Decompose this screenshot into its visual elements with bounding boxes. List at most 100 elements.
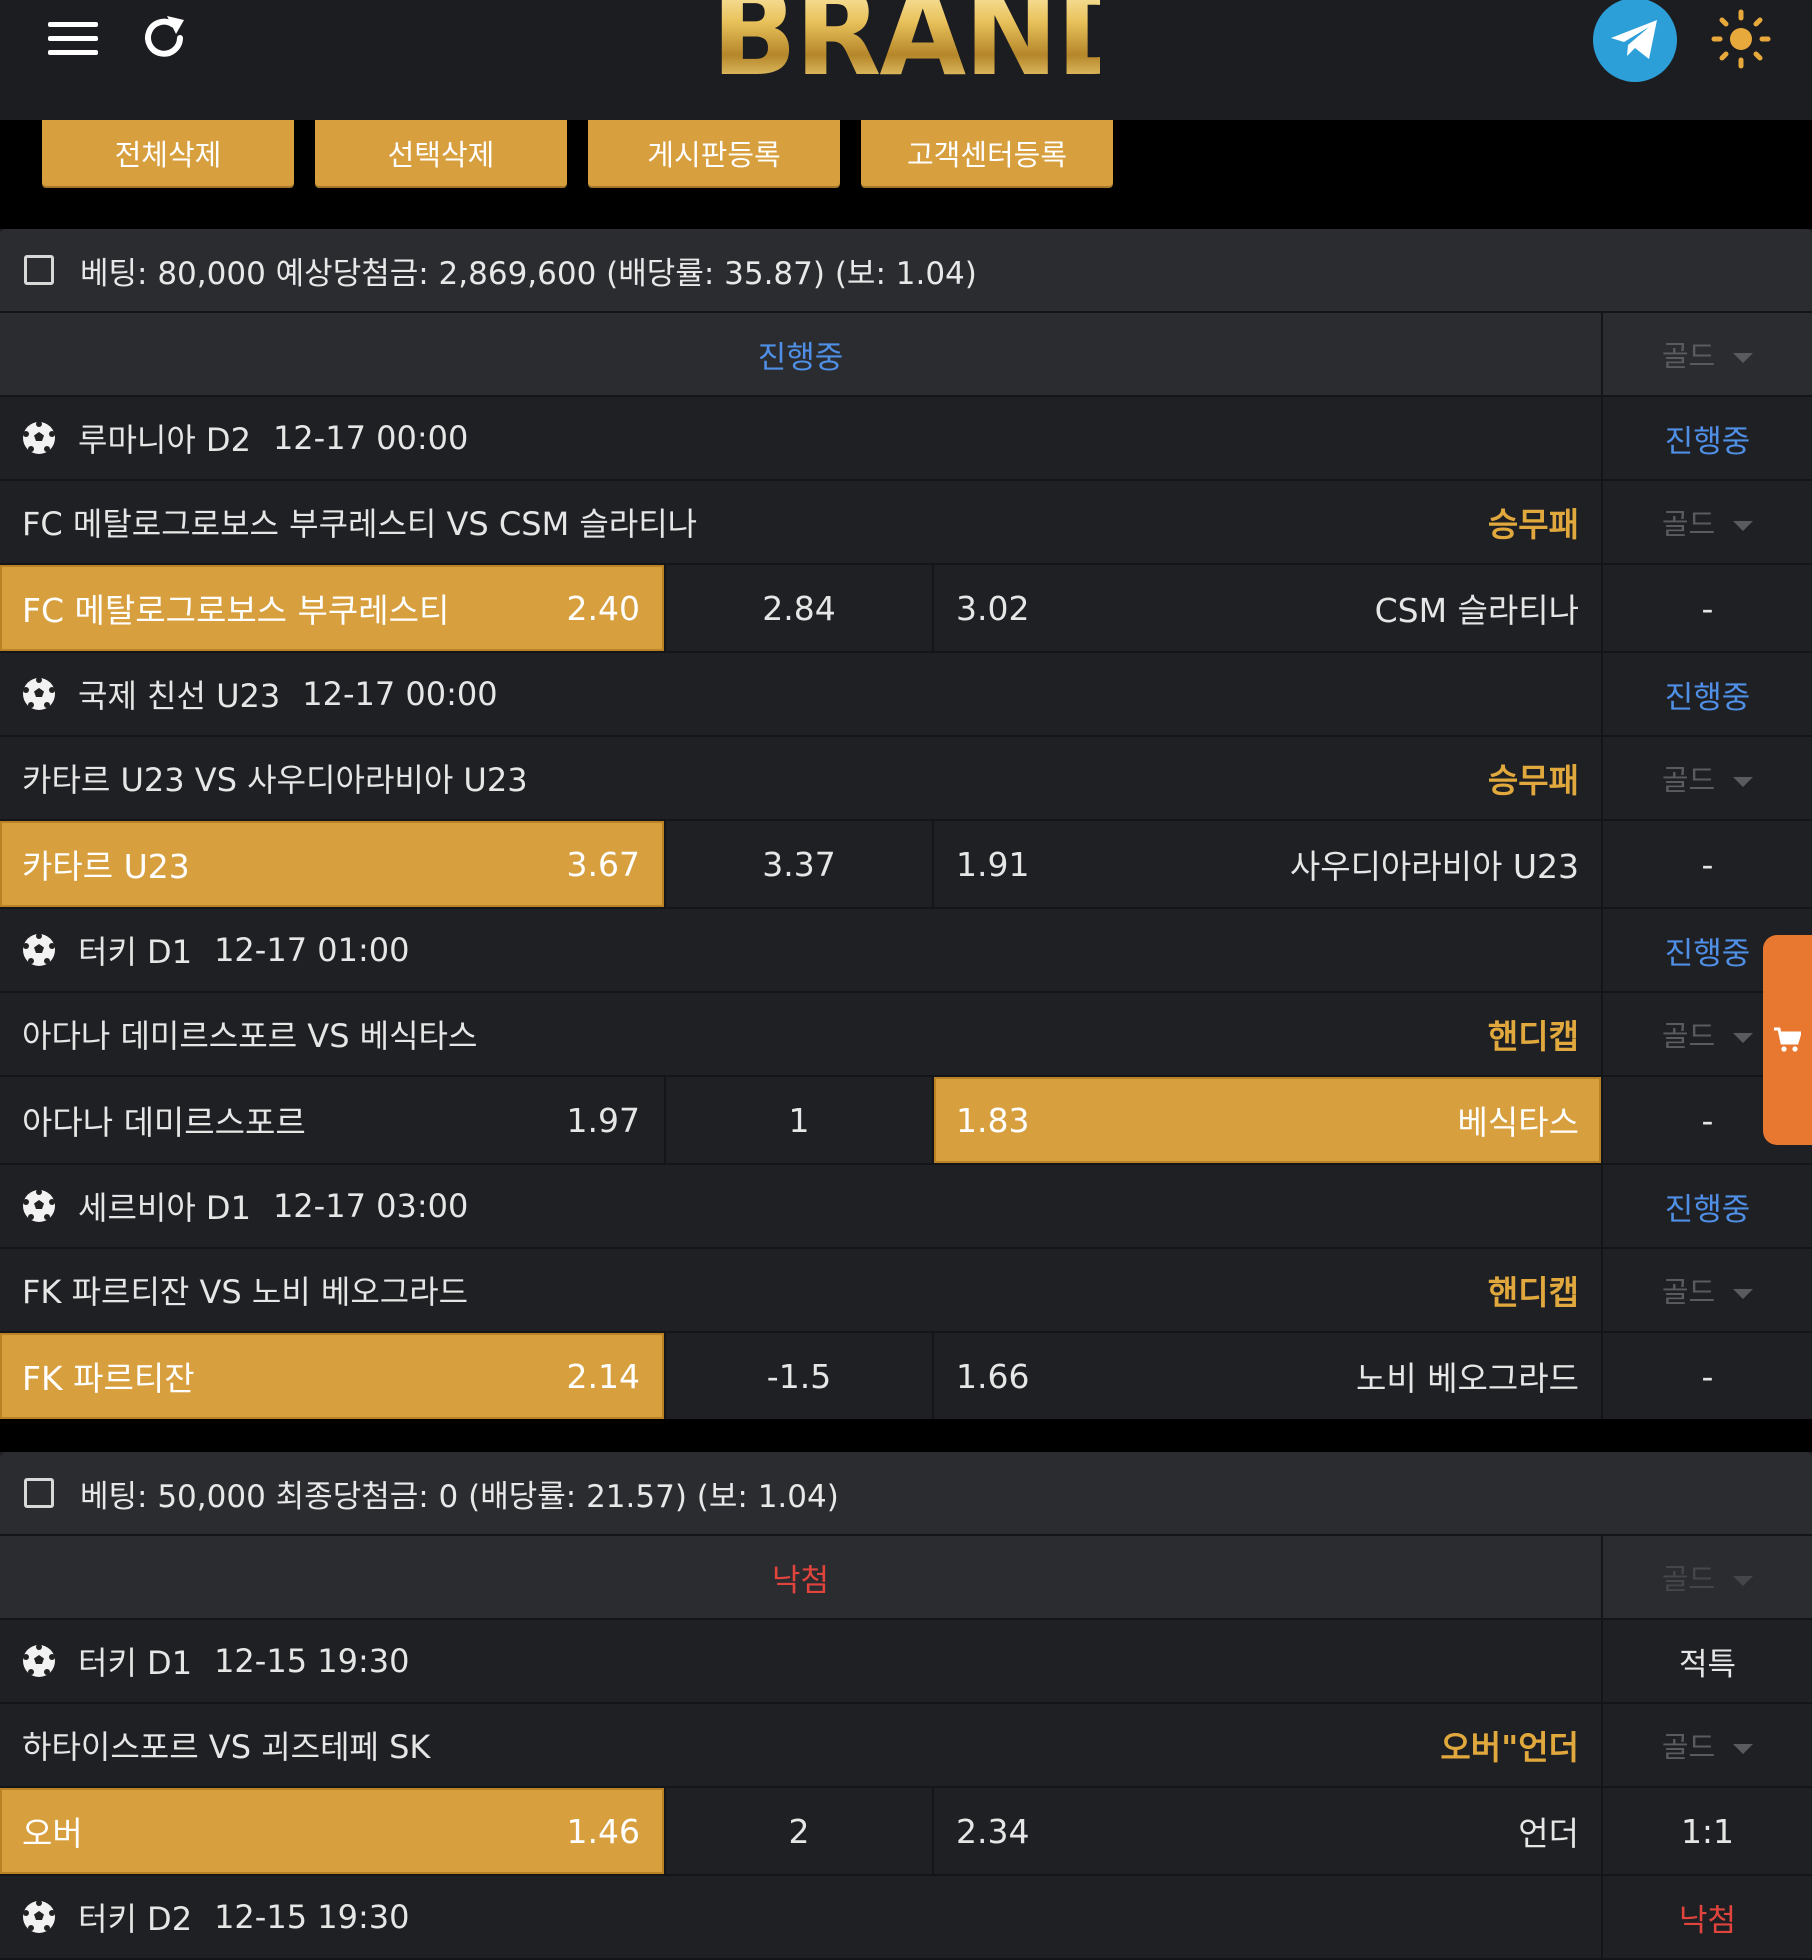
handicap-cell[interactable]: -1.5	[666, 1333, 934, 1419]
gold-select[interactable]: 골드	[1601, 1536, 1812, 1618]
home-team: 아다나 데미르스포르	[22, 1103, 306, 1142]
over-label: 오버	[22, 1814, 83, 1853]
match-title: FC 메탈로그로보스 부쿠레스티 VS CSM 슬라티나	[22, 505, 698, 543]
game-time: 12-15 19:30	[214, 1642, 410, 1680]
bet-summary-text: 베팅: 80,000 예상당첨금: 2,869,600 (배당률: 35.87)…	[80, 255, 977, 292]
chevron-down-icon	[1733, 1576, 1754, 1586]
gold-select[interactable]: 골드	[1601, 313, 1812, 395]
league-row: 터키 D1 12-17 01:00 진행중	[0, 909, 1812, 993]
draw-odds-cell[interactable]: 3.37	[666, 821, 934, 907]
bet-select-checkbox[interactable]	[24, 255, 54, 285]
home-odds-cell[interactable]: FC 메탈로그로보스 부쿠레스티 2.40	[0, 565, 666, 651]
game-result: -	[1601, 1333, 1812, 1419]
league-row: 터키 D1 12-15 19:30 적특	[0, 1620, 1812, 1704]
home-odds: 1.97	[566, 1100, 640, 1140]
league-name: 루마니아 D2	[78, 421, 251, 459]
market-type: 승무패	[1487, 505, 1579, 544]
chevron-down-icon	[1733, 1033, 1754, 1043]
delete-all-button[interactable]: 전체삭제	[42, 120, 294, 186]
gold-select[interactable]: 골드	[1601, 481, 1812, 563]
game-result: -	[1601, 821, 1812, 907]
league-row: 국제 친선 U23 12-17 00:00 진행중	[0, 653, 1812, 737]
handicap-cell[interactable]: 1	[666, 1077, 934, 1163]
bet-slip: 베팅: 50,000 최종당첨금: 0 (배당률: 21.57) (보: 1.0…	[0, 1452, 1812, 1960]
over-odds: 1.46	[566, 1811, 640, 1851]
cart-button[interactable]	[1763, 935, 1812, 1145]
game-time: 12-17 01:00	[214, 931, 410, 969]
game-status: 진행중	[1601, 397, 1812, 479]
league-row: 터키 D2 12-15 19:30 낙첨	[0, 1876, 1812, 1960]
top-bar: BRAND	[0, 0, 1812, 120]
home-odds-cell[interactable]: 아다나 데미르스포르 1.97	[0, 1077, 666, 1163]
odds-row: 오버 1.46 2 2.34 언더 1:1	[0, 1788, 1812, 1876]
chevron-down-icon	[1733, 521, 1754, 531]
match-title: 아다나 데미르스포르 VS 베식타스	[22, 1017, 478, 1055]
game-result: 1:1	[1601, 1788, 1812, 1874]
telegram-icon[interactable]	[1593, 0, 1677, 82]
line-cell[interactable]: 2	[666, 1788, 934, 1874]
home-team: 카타르 U23	[22, 847, 190, 886]
cart-icon	[1774, 1027, 1801, 1052]
game-time: 12-17 03:00	[272, 1187, 469, 1225]
match-title: FK 파르티잔 VS 노비 베오그라드	[22, 1273, 469, 1311]
sun-icon[interactable]	[1708, 6, 1774, 72]
home-odds: 2.40	[566, 588, 640, 628]
odds-row: 카타르 U23 3.67 3.37 1.91 사우디아라비아 U23 -	[0, 821, 1812, 909]
game-time: 12-17 00:00	[302, 675, 498, 713]
game-status: 진행중	[1601, 1165, 1812, 1247]
delete-selected-button[interactable]: 선택삭제	[315, 120, 567, 186]
home-odds-cell[interactable]: FK 파르티잔 2.14	[0, 1333, 666, 1419]
over-odds-cell[interactable]: 오버 1.46	[0, 1788, 666, 1874]
game-status: 적특	[1601, 1620, 1812, 1702]
gold-select[interactable]: 골드	[1601, 737, 1812, 819]
soccer-ball-icon	[23, 1644, 55, 1677]
home-odds-cell[interactable]: 카타르 U23 3.67	[0, 821, 666, 907]
home-odds: 2.14	[566, 1356, 640, 1396]
match-row: FC 메탈로그로보스 부쿠레스티 VS CSM 슬라티나 승무패 골드	[0, 481, 1812, 565]
chevron-down-icon	[1733, 777, 1754, 787]
match-row: 아다나 데미르스포르 VS 베식타스 핸디캡 골드	[0, 993, 1812, 1077]
soccer-ball-icon	[23, 1900, 55, 1933]
chevron-down-icon	[1733, 1289, 1754, 1299]
under-label: 언더	[1518, 1814, 1579, 1853]
odds-row: FC 메탈로그로보스 부쿠레스티 2.40 2.84 3.02 CSM 슬라티나 -	[0, 565, 1812, 653]
hamburger-menu-icon[interactable]	[44, 14, 104, 64]
bet-summary-text: 베팅: 50,000 최종당첨금: 0 (배당률: 21.57) (보: 1.0…	[80, 1478, 839, 1515]
soccer-ball-icon	[23, 933, 55, 966]
bet-status: 낙첨	[771, 1562, 830, 1599]
refresh-icon[interactable]	[134, 8, 194, 68]
game-result: -	[1601, 565, 1812, 651]
game-time: 12-15 19:30	[214, 1898, 410, 1936]
league-name: 세르비아 D1	[78, 1189, 251, 1227]
league-name: 터키 D2	[78, 1900, 193, 1938]
market-type: 승무패	[1487, 761, 1579, 800]
bet-status: 진행중	[757, 339, 844, 376]
odds-row: 아다나 데미르스포르 1.97 1 1.83 베식타스 -	[0, 1077, 1812, 1165]
away-odds-cell[interactable]: 1.83 베식타스	[934, 1077, 1601, 1163]
gold-select[interactable]: 골드	[1601, 1704, 1812, 1786]
register-support-button[interactable]: 고객센터등록	[861, 120, 1113, 186]
home-team: FC 메탈로그로보스 부쿠레스티	[22, 591, 450, 630]
away-team: 노비 베오그라드	[1355, 1359, 1579, 1398]
draw-odds-cell[interactable]: 2.84	[666, 565, 934, 651]
register-board-button[interactable]: 게시판등록	[588, 120, 840, 186]
bet-summary-header: 베팅: 50,000 최종당첨금: 0 (배당률: 21.57) (보: 1.0…	[0, 1452, 1812, 1536]
market-type: 오버"언더	[1440, 1728, 1579, 1767]
away-odds-cell[interactable]: 3.02 CSM 슬라티나	[934, 565, 1601, 651]
away-team: 베식타스	[1457, 1103, 1579, 1142]
soccer-ball-icon	[23, 1189, 55, 1222]
soccer-ball-icon	[23, 677, 55, 710]
away-odds-cell[interactable]: 1.91 사우디아라비아 U23	[934, 821, 1601, 907]
away-odds-cell[interactable]: 1.66 노비 베오그라드	[934, 1333, 1601, 1419]
away-odds: 1.66	[956, 1356, 1030, 1396]
brand-logo[interactable]: BRAND	[700, 0, 1100, 88]
gold-select[interactable]: 골드	[1601, 1249, 1812, 1331]
away-odds: 1.91	[956, 844, 1030, 884]
under-odds-cell[interactable]: 2.34 언더	[934, 1788, 1601, 1874]
game-time: 12-17 00:00	[272, 419, 469, 457]
home-team: FK 파르티잔	[22, 1359, 195, 1398]
away-odds: 3.02	[956, 588, 1030, 628]
bet-select-checkbox[interactable]	[24, 1478, 54, 1508]
market-type: 핸디캡	[1487, 1273, 1579, 1312]
match-row: 하타이스포르 VS 괴즈테페 SK 오버"언더 골드	[0, 1704, 1812, 1788]
